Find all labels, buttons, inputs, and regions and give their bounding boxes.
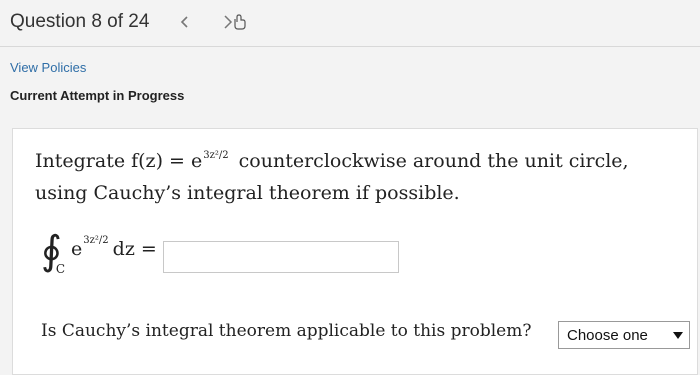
question-prompt: Integrate f(z) = e3z²/2 counterclockwise…	[35, 147, 685, 208]
next-question-button[interactable]	[221, 10, 249, 34]
view-policies-link[interactable]: View Policies	[10, 60, 86, 75]
applicability-select[interactable]: Choose one	[558, 321, 690, 349]
integral-expression: ∮ C e 3z²/2 dz =	[41, 229, 157, 276]
question-header: Question 8 of 24	[10, 10, 249, 34]
question-card: Integrate f(z) = e3z²/2 counterclockwise…	[12, 128, 698, 375]
prompt-part-1: Integrate f(z) = e	[35, 150, 203, 172]
integral-exponent: 3z²/2	[83, 234, 109, 246]
contour-label: C	[55, 262, 66, 276]
answer-input[interactable]	[163, 241, 399, 273]
applicability-question: Is Cauchy’s integral theorem applicable …	[41, 321, 532, 341]
question-counter: Question 8 of 24	[10, 11, 150, 32]
attempt-status: Current Attempt in Progress	[10, 88, 185, 103]
select-value: Choose one	[567, 326, 648, 344]
header-divider	[0, 46, 700, 47]
integral-tail: dz =	[112, 238, 157, 260]
previous-question-button[interactable]	[171, 10, 199, 34]
prompt-exponent: 3z²/2	[203, 150, 229, 161]
integral-base: e	[71, 238, 83, 260]
next-with-cursor-icon	[224, 14, 247, 30]
dropdown-arrow-icon	[673, 331, 683, 339]
chevron-left-icon	[181, 16, 189, 28]
